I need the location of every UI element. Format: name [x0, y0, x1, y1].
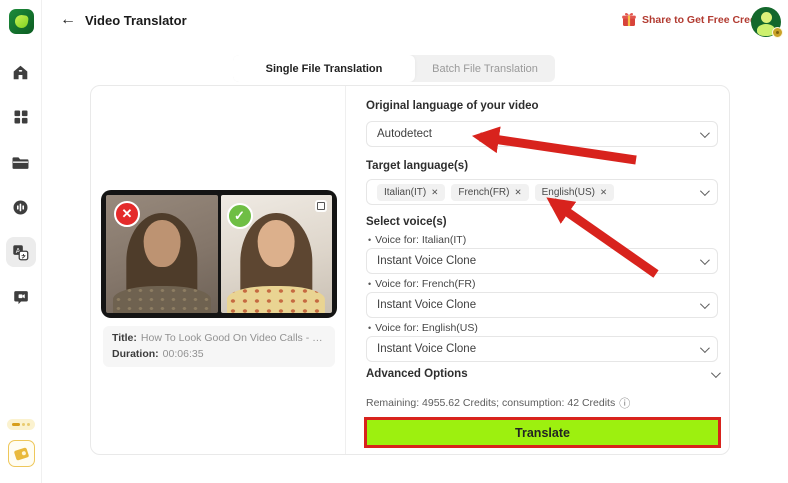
chevron-down-icon [700, 343, 710, 353]
rewards-button[interactable] [8, 440, 35, 467]
gift-icon [621, 12, 637, 27]
language-tag-english: English(US) ✕ [535, 184, 614, 201]
voice-for-italian-label: •Voice for: Italian(IT) [368, 234, 466, 246]
video-thumbnail[interactable]: ✕ ✓ [101, 190, 337, 318]
voice-value: Instant Voice Clone [377, 343, 700, 355]
info-icon[interactable]: ⓘ [619, 395, 630, 411]
video-title-label: Title: [112, 331, 137, 347]
select-voice-label: Select voice(s) [366, 216, 447, 228]
chevron-down-icon [700, 128, 710, 138]
target-language-select[interactable]: Italian(IT) ✕ French(FR) ✕ English(US) ✕ [366, 179, 718, 205]
wallet-icon [14, 447, 29, 461]
folder-icon [12, 154, 29, 171]
sidebar-item-video-translator[interactable]: A [6, 237, 36, 267]
coin-icon [12, 423, 20, 426]
tab-single-file-translation[interactable]: Single File Translation [233, 55, 415, 82]
advanced-options-toggle[interactable]: Advanced Options [366, 368, 718, 380]
original-language-value: Autodetect [377, 128, 700, 140]
voice-value: Instant Voice Clone [377, 255, 700, 267]
membership-badge-icon [772, 27, 783, 38]
app-logo[interactable] [9, 9, 34, 34]
credits-summary: Remaining: 4955.62 Credits; consumption:… [366, 395, 630, 411]
language-tag-french: French(FR) ✕ [451, 184, 528, 201]
chevron-down-icon [700, 255, 710, 265]
remove-tag-icon[interactable]: ✕ [600, 187, 607, 198]
tab-batch-file-translation[interactable]: Batch File Translation [415, 55, 555, 82]
remove-tag-icon[interactable]: ✕ [514, 187, 521, 198]
voice-select-italian[interactable]: Instant Voice Clone [366, 248, 718, 274]
sidebar: A [0, 0, 42, 483]
chevron-down-icon [700, 186, 710, 196]
language-tag-italian: Italian(IT) ✕ [377, 184, 445, 201]
chat-video-icon [12, 289, 29, 306]
target-language-label: Target language(s) [366, 160, 468, 172]
remove-tag-icon[interactable]: ✕ [431, 187, 438, 198]
sidebar-item-home[interactable] [6, 57, 36, 87]
video-duration-row: Duration: 00:06:35 [112, 347, 326, 363]
sidebar-item-chat[interactable] [6, 282, 36, 312]
picture-in-picture-icon [315, 200, 327, 212]
video-title-row: Title: How To Look Good On Video Calls -… [112, 331, 326, 347]
original-language-label: Original language of your video [366, 100, 539, 112]
annotation-highlight: Translate [364, 417, 721, 448]
language-tag-label: English(US) [542, 187, 595, 198]
advanced-options-label: Advanced Options [366, 368, 468, 380]
translation-form: Original language of your video Autodete… [366, 86, 718, 454]
voice-audio-icon [12, 199, 29, 216]
sidebar-item-voice[interactable] [6, 192, 36, 222]
chevron-down-icon [700, 299, 710, 309]
avatar-person-icon [761, 12, 772, 23]
leaf-icon [14, 14, 29, 29]
voice-select-english[interactable]: Instant Voice Clone [366, 336, 718, 362]
share-free-credits-link[interactable]: Share to Get Free Credits [621, 12, 769, 27]
back-button[interactable]: ← [60, 11, 76, 29]
credits-text: Remaining: 4955.62 Credits; consumption:… [366, 397, 615, 409]
credits-badge[interactable] [7, 419, 35, 430]
check-mark-icon: ✓ [227, 203, 253, 229]
language-tag-label: Italian(IT) [384, 187, 426, 198]
voice-select-french[interactable]: Instant Voice Clone [366, 292, 718, 318]
video-duration-label: Duration: [112, 347, 159, 363]
voice-value: Instant Voice Clone [377, 299, 700, 311]
video-preview-pane: ✕ ✓ Title: How To Look Good On Video Cal… [91, 86, 346, 454]
video-title-value: How To Look Good On Video Calls - Zoom, … [141, 331, 326, 347]
voice-for-french-label: •Voice for: French(FR) [368, 278, 476, 290]
page-title: Video Translator [85, 13, 187, 28]
translation-mode-tabs: Single File Translation Batch File Trans… [233, 55, 555, 82]
home-icon [12, 64, 29, 81]
original-language-select[interactable]: Autodetect [366, 121, 718, 147]
thumbnail-right-half: ✓ [221, 195, 333, 313]
x-mark-icon: ✕ [114, 201, 140, 227]
sidebar-item-files[interactable] [6, 147, 36, 177]
user-avatar[interactable] [751, 7, 781, 37]
video-translate-icon: A [12, 244, 29, 261]
translate-button[interactable]: Translate [367, 420, 718, 445]
language-tag-label: French(FR) [458, 187, 509, 198]
translator-card: ✕ ✓ Title: How To Look Good On Video Cal… [90, 85, 730, 455]
share-link-label: Share to Get Free Credits [642, 14, 769, 26]
voice-for-english-label: •Voice for: English(US) [368, 322, 478, 334]
sidebar-item-apps[interactable] [6, 102, 36, 132]
chevron-down-icon [711, 368, 721, 378]
thumbnail-left-half: ✕ [106, 195, 218, 313]
video-info-box: Title: How To Look Good On Video Calls -… [103, 326, 335, 367]
video-duration-value: 00:06:35 [163, 347, 204, 363]
apps-grid-icon [13, 109, 29, 125]
